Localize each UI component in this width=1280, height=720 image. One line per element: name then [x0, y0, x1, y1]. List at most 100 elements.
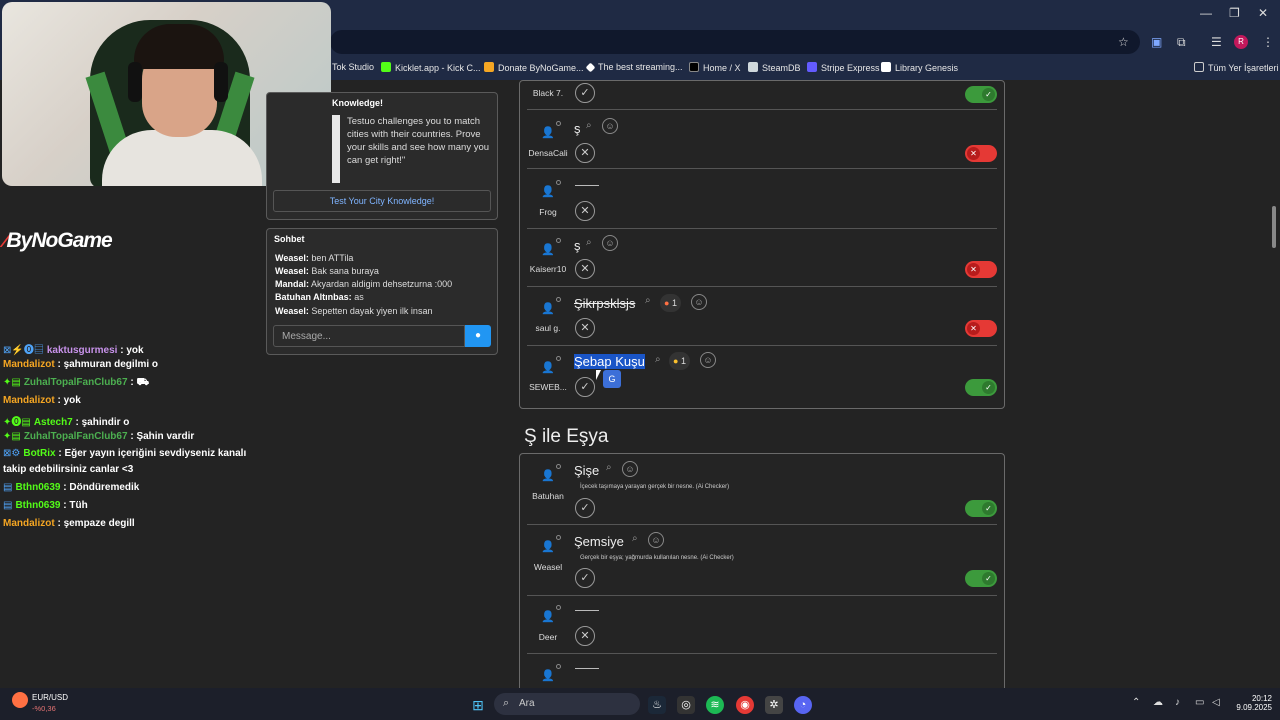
x-icon: ✕ — [967, 322, 980, 335]
sohbet-message: Weasel: Sepetten dayak yiyen ilk insan — [275, 306, 433, 316]
search-icon[interactable]: ⌕ — [632, 533, 638, 544]
close-icon[interactable]: ✕ — [1258, 6, 1268, 20]
validity-toggle[interactable]: ✓ — [965, 500, 997, 517]
test-city-knowledge-button[interactable]: Test Your City Knowledge! — [273, 190, 491, 212]
translate-icon[interactable]: ▣ — [1151, 35, 1162, 49]
star-icon[interactable]: ☆ — [1118, 35, 1129, 49]
bookmark-streaming[interactable]: The best streaming... — [585, 62, 683, 73]
bookmark-kicklet[interactable]: Kicklet.app - Kick C... — [381, 62, 481, 73]
cloud-icon[interactable]: ☁ — [1153, 697, 1163, 708]
row-username: Frog — [539, 207, 557, 217]
check-icon: ✓ — [982, 502, 995, 515]
profile-avatar[interactable]: R — [1234, 35, 1248, 49]
add-reaction-icon[interactable]: ☺ — [691, 294, 707, 310]
discord-icon[interactable]: ◔ — [794, 696, 812, 714]
reject-button[interactable]: ✕ — [575, 318, 595, 338]
submitted-word: Şebap Kuşu — [574, 354, 645, 369]
bynogame-logo: ⁄ByNoGame — [4, 229, 113, 252]
microphone-icon[interactable]: ♪ — [1175, 697, 1180, 708]
settings-icon[interactable]: ✲ — [765, 696, 783, 714]
steam-icon[interactable]: ♨ — [648, 696, 666, 714]
check-button[interactable]: ✓ — [575, 83, 595, 103]
check-button[interactable]: ✓ — [575, 568, 595, 588]
taskbar-search[interactable]: Ara — [494, 693, 640, 715]
reject-button[interactable]: ✕ — [575, 259, 595, 279]
badge-icons: ▤ — [3, 500, 13, 511]
badge-icons: ✦▤ — [3, 431, 21, 442]
windows-start-icon[interactable]: ⊞ — [469, 696, 487, 714]
taskbar-clock[interactable]: 20:12 9.09.2025 — [1232, 694, 1272, 712]
extensions-icon[interactable]: ⧉ — [1177, 35, 1186, 50]
add-reaction-icon[interactable]: ☺ — [602, 118, 618, 134]
reject-button[interactable]: ✕ — [575, 626, 595, 646]
restore-icon[interactable]: ❐ — [1229, 6, 1240, 20]
reaction-badge[interactable]: ● 1 — [669, 352, 690, 370]
volume-icon[interactable]: ◁ — [1212, 697, 1220, 708]
stream-chat-line: ✦▤ ZuhalTopalFanClub67 : Şahin vardir — [3, 431, 195, 442]
message-input[interactable]: Message... — [273, 325, 465, 347]
empty-word-dash — [575, 610, 599, 611]
check-icon: ✓ — [982, 381, 995, 394]
validity-toggle[interactable]: ✕ — [965, 261, 997, 278]
bookmark-steamdb[interactable]: SteamDB — [748, 62, 801, 73]
validity-toggle[interactable]: ✕ — [965, 320, 997, 337]
stream-chat-line: ✦▤ ZuhalTopalFanClub67 : ⛟ — [3, 377, 150, 388]
add-reaction-icon[interactable]: ☺ — [648, 532, 664, 548]
row-divider — [527, 653, 997, 654]
stripe-icon — [807, 62, 817, 72]
validity-toggle[interactable]: ✓ — [965, 86, 997, 103]
send-button[interactable]: ● — [465, 325, 491, 347]
check-button[interactable]: ✓ — [575, 377, 595, 397]
bookmark-x[interactable]: Home / X — [689, 62, 741, 73]
kicklet-icon — [381, 62, 391, 72]
user-icon: 👤 — [541, 541, 555, 553]
spotify-icon[interactable]: ≋ — [706, 696, 724, 714]
search-icon[interactable]: ⌕ — [645, 295, 651, 306]
validity-toggle[interactable]: ✕ — [965, 145, 997, 162]
bookmark-all[interactable]: Tüm Yer İşaretleri — [1194, 62, 1279, 73]
translate-popup-icon[interactable]: G — [603, 370, 621, 388]
app-icon[interactable]: ◎ — [677, 696, 695, 714]
add-reaction-icon[interactable]: ☺ — [602, 235, 618, 251]
search-icon[interactable]: ⌕ — [655, 354, 661, 365]
status-dot — [556, 356, 561, 361]
stream-chat-line: Mandalizot : yok — [3, 395, 81, 406]
stream-chat-line: Mandalizot : şahmuran degilmi o — [3, 359, 159, 370]
row-username: Kaiserr10 — [529, 264, 567, 274]
sohbet-message: Mandal: Akyardan aldigim dehsetzurna :00… — [275, 279, 453, 289]
x-icon: ✕ — [967, 263, 980, 276]
row-divider — [527, 524, 997, 525]
reject-button[interactable]: ✕ — [575, 143, 595, 163]
bookmark-libgen[interactable]: Library Genesis — [881, 62, 958, 73]
reject-button[interactable]: ✕ — [575, 201, 595, 221]
row-username: DensaCali — [528, 148, 568, 158]
omnibox[interactable] — [330, 30, 1140, 54]
row-username: Weasel — [533, 562, 563, 572]
x-icon: ✕ — [967, 147, 980, 160]
search-icon[interactable]: ⌕ — [586, 237, 592, 248]
row-divider — [527, 595, 997, 596]
chevron-up-icon[interactable]: ⌃ — [1132, 697, 1140, 708]
page-scrollbar[interactable] — [1272, 206, 1276, 248]
validity-toggle[interactable]: ✓ — [965, 379, 997, 396]
validity-toggle[interactable]: ✓ — [965, 570, 997, 587]
menu-icon[interactable]: ⋮ — [1262, 35, 1274, 49]
add-reaction-icon[interactable]: ☺ — [700, 352, 716, 368]
search-icon[interactable]: ⌕ — [586, 120, 592, 131]
check-button[interactable]: ✓ — [575, 498, 595, 518]
badge-icons: ✦▤ — [3, 377, 21, 388]
minimize-icon[interactable]: — — [1200, 6, 1212, 20]
search-icon[interactable]: ⌕ — [606, 462, 612, 473]
chrome-icon[interactable]: ◉ — [736, 696, 754, 714]
add-reaction-icon[interactable]: ☺ — [622, 461, 638, 477]
bookmark-tok-studio[interactable]: Tok Studio — [332, 62, 374, 72]
fx-pair[interactable]: EUR/USD — [32, 693, 68, 702]
bookmark-stripe[interactable]: Stripe Express — [807, 62, 880, 73]
submitted-word: Şişe — [574, 463, 600, 478]
network-icon[interactable]: ▭ — [1195, 697, 1204, 708]
ai-checker-note: Gerçek bir eşya; yağmurda kullanılan nes… — [580, 555, 734, 561]
reading-list-icon[interactable]: ☰ — [1211, 35, 1222, 49]
reaction-badge[interactable]: ● 1 — [660, 294, 681, 312]
bookmark-donate[interactable]: Donate ByNoGame... — [484, 62, 584, 73]
submitted-word: Şemsiye — [574, 534, 624, 549]
